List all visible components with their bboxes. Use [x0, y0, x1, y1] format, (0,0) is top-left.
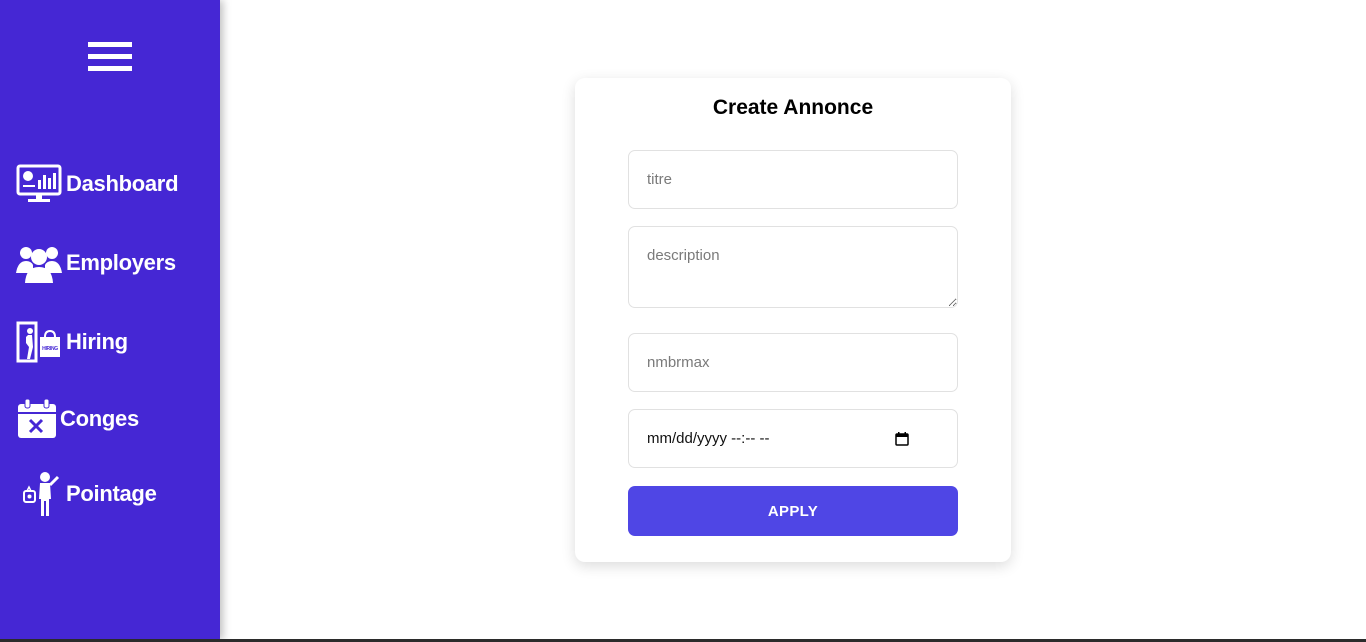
form-title: Create Annonce — [712, 96, 874, 119]
hamburger-menu-icon[interactable] — [88, 42, 132, 73]
hiring-icon: HIRING — [16, 320, 64, 364]
sidebar-item-dashboard[interactable]: Dashboard — [16, 162, 179, 206]
nmbrmax-input[interactable] — [628, 333, 958, 392]
dashboard-monitor-icon — [16, 162, 64, 206]
sidebar: Dashboard Employers HIRING Hiring Conges… — [0, 0, 220, 640]
apply-button[interactable]: APPLY — [628, 486, 958, 536]
person-pointing-icon — [16, 472, 64, 516]
sidebar-item-label: Pointage — [66, 481, 157, 506]
sidebar-item-pointage[interactable]: Pointage — [16, 472, 157, 516]
datetime-input[interactable]: mm/dd/yyyy --:-- -- — [628, 409, 958, 468]
calendar-icon[interactable] — [895, 431, 909, 446]
create-annonce-form: Create Annonce mm/dd/yyyy --:-- -- APPLY — [575, 78, 1011, 562]
titre-input[interactable] — [628, 150, 958, 209]
calendar-x-icon — [16, 397, 64, 441]
sidebar-item-employers[interactable]: Employers — [16, 241, 176, 285]
sidebar-item-conges[interactable]: Conges — [16, 397, 139, 441]
hiring-icon-text: HIRING — [42, 346, 58, 352]
description-textarea[interactable] — [628, 226, 958, 308]
datetime-placeholder: mm/dd/yyyy --:-- -- — [647, 430, 770, 447]
users-group-icon — [16, 241, 64, 285]
sidebar-item-label: Hiring — [66, 329, 128, 354]
sidebar-item-label: Conges — [60, 406, 139, 431]
sidebar-item-label: Dashboard — [66, 171, 179, 196]
sidebar-item-hiring[interactable]: HIRING Hiring — [16, 320, 128, 364]
sidebar-item-label: Employers — [66, 250, 176, 275]
